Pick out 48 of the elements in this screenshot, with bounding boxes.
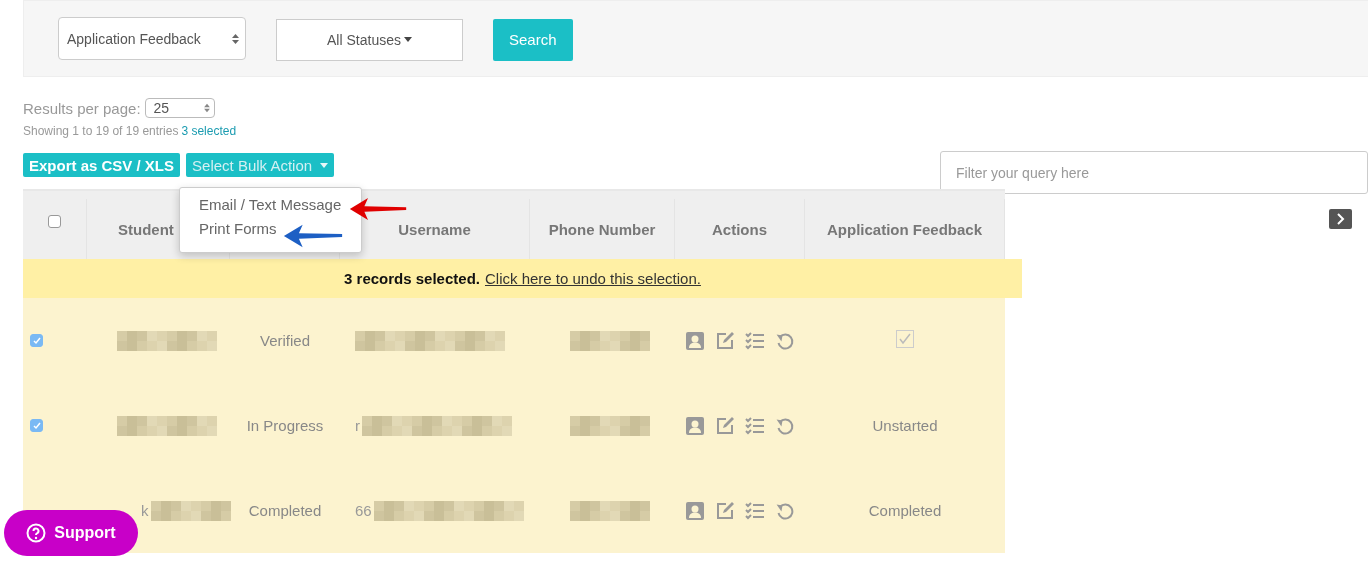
up-down-icon [232,32,239,45]
form-select[interactable]: Application Feedback [58,17,246,60]
status-text: In Progress [246,417,324,434]
contact-card-icon[interactable] [685,330,705,351]
edit-icon[interactable] [715,500,735,521]
undo-selection-link[interactable]: Click here to undo this selection. [485,270,701,287]
arrow-icon [348,195,408,223]
status-text: Completed [248,502,322,519]
row-checkbox[interactable] [30,419,43,432]
partial-text: 66 [355,502,372,519]
checklist-icon[interactable] [745,330,765,351]
status-text: Verified [259,332,310,349]
results-per-page-select[interactable]: 25 [144,98,215,118]
checklist-icon[interactable] [745,415,765,436]
contact-card-icon[interactable] [685,415,705,436]
chevron-right-icon [1336,213,1345,225]
menu-item[interactable]: Email / Text Message [199,196,342,214]
feedback-status: Completed [868,502,942,519]
support-button[interactable]: Support [4,510,138,556]
caret-icon [320,162,329,168]
edit-icon[interactable] [715,330,735,351]
arrow-icon [282,222,344,250]
notice-text: 3 records selected. [344,270,480,287]
partial-text: k [141,502,149,519]
feedback-status: Unstarted [872,417,938,434]
filter-field[interactable]: Filter your query here [940,151,1368,194]
status-dropdown[interactable]: All Statuses [276,18,463,61]
caret-icon [403,37,412,42]
row-checkbox[interactable] [30,334,43,347]
menu-item[interactable]: Print Forms [199,220,277,238]
entries-summary: Showing 1 to 19 of 19 entries [23,124,179,138]
checklist-icon[interactable] [745,500,765,521]
column-header[interactable]: Student [118,220,174,238]
selected-count-link[interactable]: 3 selected [181,124,237,138]
help-icon [26,523,47,543]
column-header[interactable]: Phone Number [548,220,656,238]
scroll-right-button[interactable] [1329,209,1352,229]
partial-text: r [355,417,360,434]
export-button[interactable]: Export as CSV / XLS [23,153,181,177]
column-header[interactable]: Username [398,220,471,238]
column-header[interactable]: Application Feedback [826,220,982,238]
edit-icon[interactable] [715,415,735,436]
column-header[interactable]: Actions [712,220,767,238]
search-button[interactable]: Search [493,18,573,61]
results-per-page-label: Results per page: [23,99,141,117]
contact-card-icon[interactable] [685,500,705,521]
select-all-checkbox[interactable] [48,214,61,228]
up-down-icon [203,103,210,113]
